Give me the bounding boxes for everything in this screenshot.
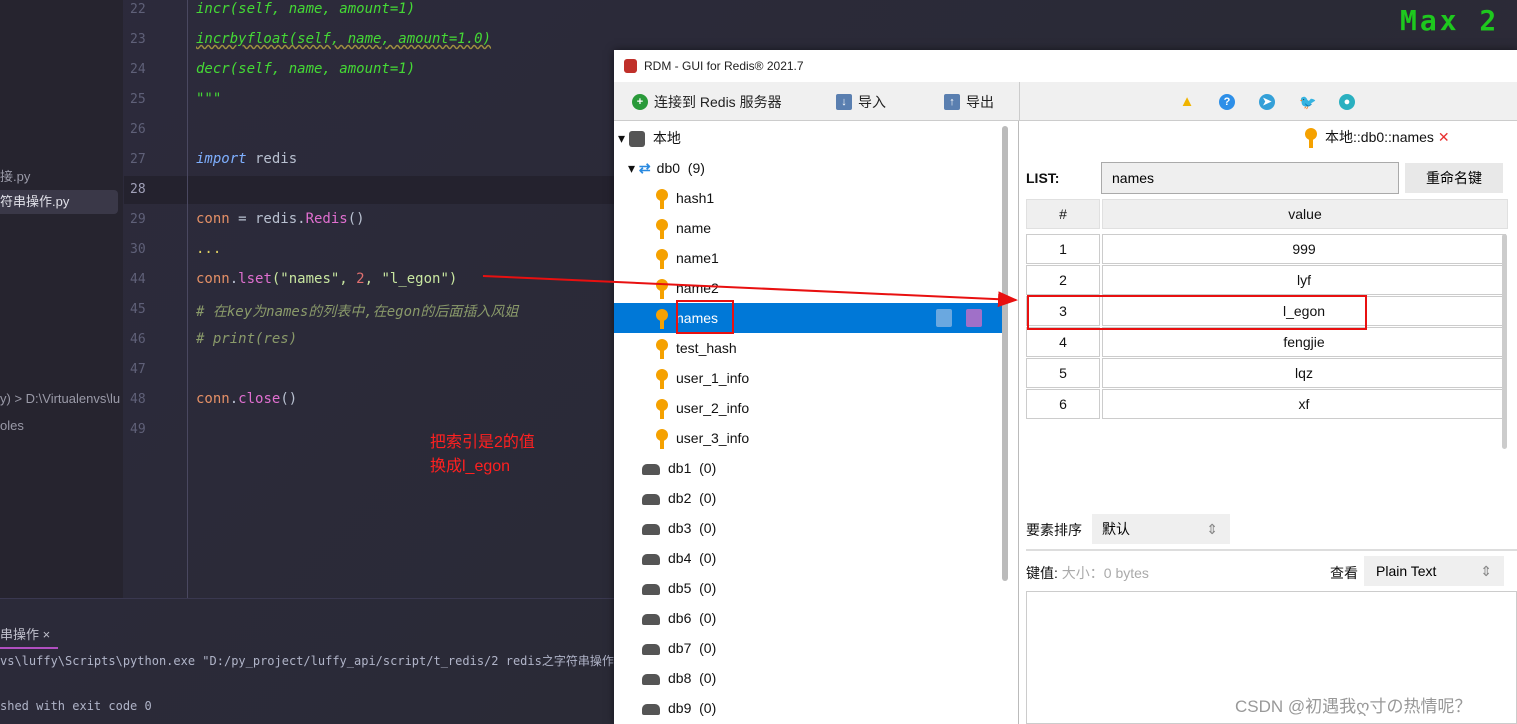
watermark: CSDN @初遇我ღ寸の热情呢？: [1235, 697, 1472, 716]
annotation-arrow: [482, 275, 1018, 308]
arrow-line: [482, 275, 1018, 308]
annotation-text: 把索引是2的值 换成l_egon: [430, 434, 535, 475]
